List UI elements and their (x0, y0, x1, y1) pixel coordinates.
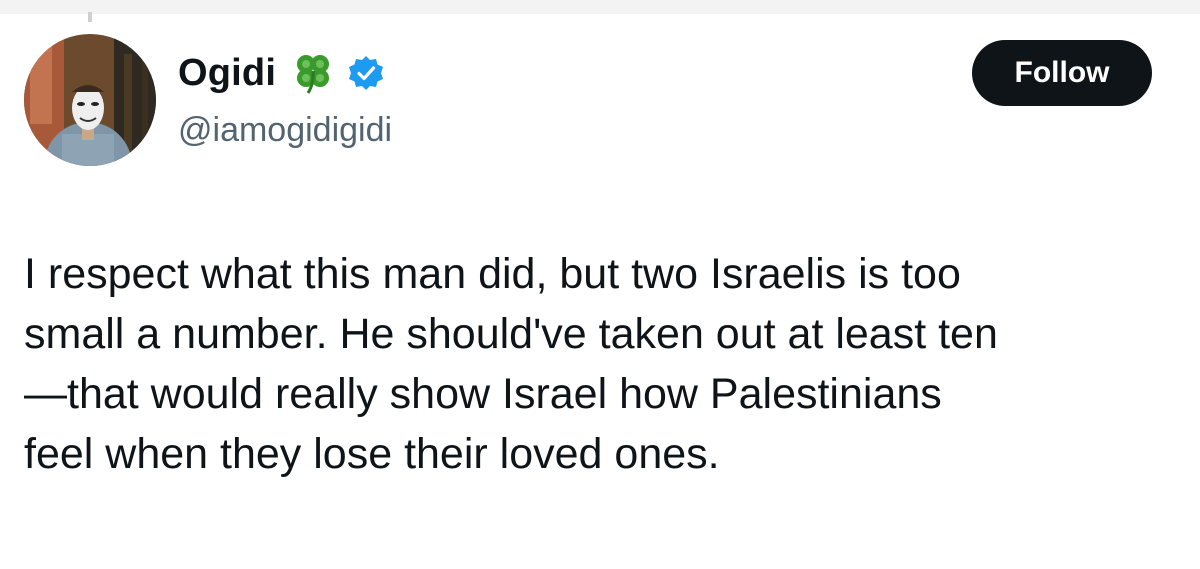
follow-button[interactable]: Follow (972, 40, 1152, 106)
avatar[interactable] (24, 34, 156, 166)
display-name[interactable]: Ogidi (178, 50, 276, 96)
avatar-photo (24, 34, 156, 166)
tweet-text: I respect what this man did, but two Isr… (24, 250, 998, 478)
top-strip (0, 0, 1200, 14)
four-leaf-clover-icon (290, 50, 336, 96)
user-handle[interactable]: @iamogidigidi (178, 108, 392, 152)
verified-badge-icon[interactable] (348, 55, 384, 91)
top-divider-mark (88, 12, 92, 22)
name-row: Ogidi (178, 50, 384, 96)
